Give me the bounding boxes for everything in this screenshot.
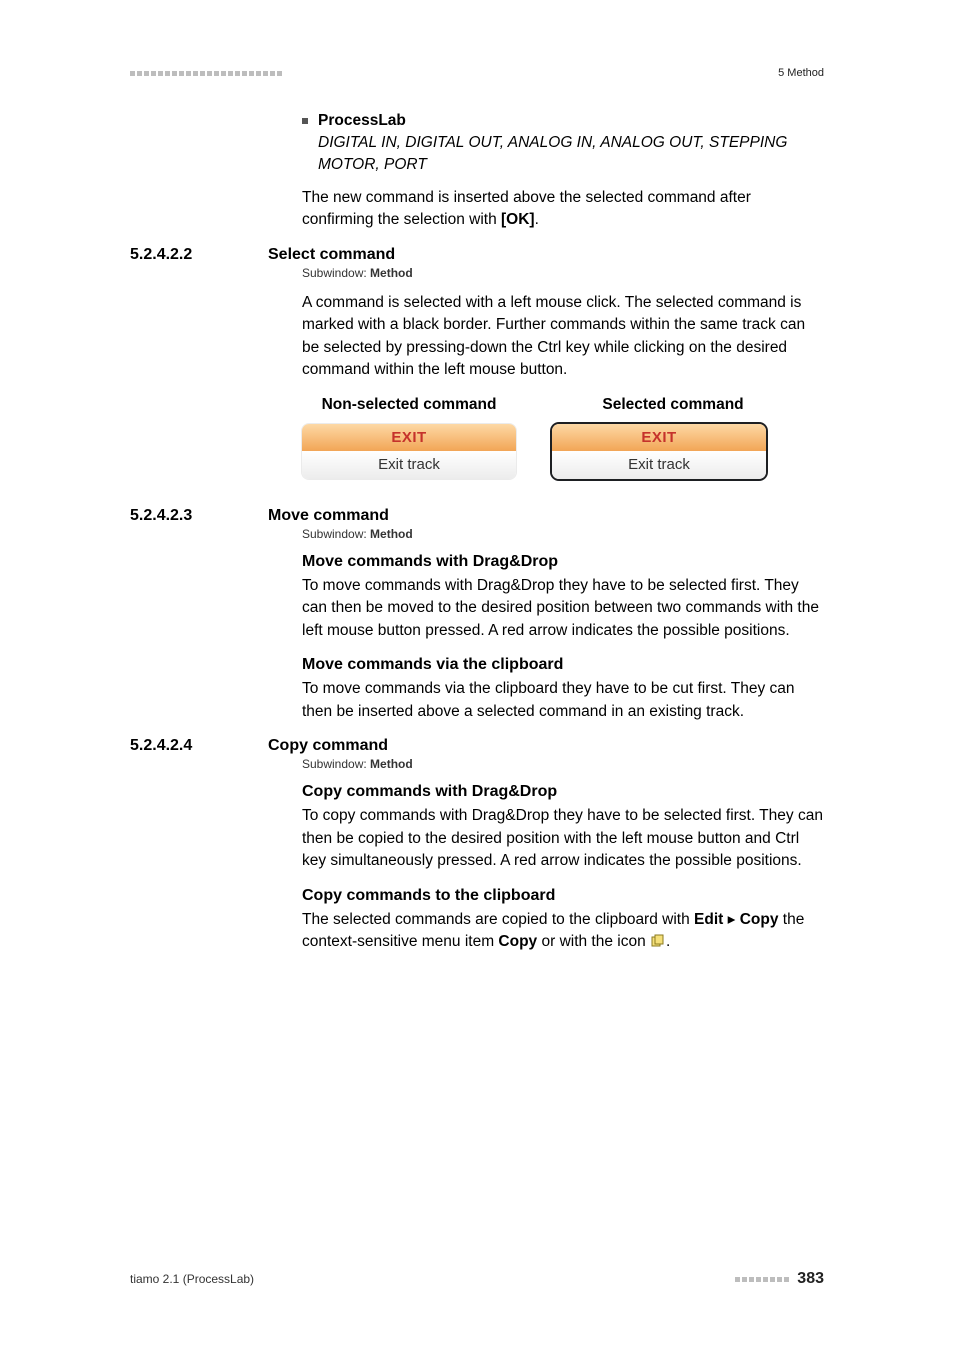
section-title: Select command bbox=[268, 246, 395, 264]
paragraph: To move commands with Drag&Drop they hav… bbox=[302, 575, 824, 642]
section-title: Move command bbox=[268, 507, 389, 525]
example-header-row: Non-selected command Selected command bbox=[302, 396, 824, 414]
menu-edit: Edit bbox=[694, 911, 723, 928]
col-nonselected: Non-selected command bbox=[302, 396, 516, 414]
triangle-icon: ▸ bbox=[723, 911, 739, 928]
select-command-paragraph: A command is selected with a left mouse … bbox=[302, 292, 824, 382]
intro-ok: [OK] bbox=[501, 211, 535, 228]
exit-card-sub: Exit track bbox=[552, 451, 766, 479]
exit-card-sub: Exit track bbox=[302, 451, 516, 479]
footer-page-number: 383 bbox=[797, 1270, 824, 1288]
section-title: Copy command bbox=[268, 737, 388, 755]
section-number: 5.2.4.2.4 bbox=[130, 737, 230, 755]
copy-icon bbox=[650, 933, 666, 947]
exit-cards: EXIT Exit track EXIT Exit track bbox=[302, 424, 824, 479]
subwindow-label: Subwindow: Method bbox=[302, 527, 824, 541]
bullet-label: ProcessLab bbox=[318, 112, 406, 130]
subsection-title: Move commands via the clipboard bbox=[302, 656, 824, 674]
header-dashes bbox=[130, 71, 282, 76]
section-heading: 5.2.4.2.2 Select command bbox=[130, 246, 824, 264]
subwindow-label: Subwindow: Method bbox=[302, 757, 824, 771]
section-heading: 5.2.4.2.3 Move command bbox=[130, 507, 824, 525]
menu-copy: Copy bbox=[740, 911, 779, 928]
subwindow-label: Subwindow: Method bbox=[302, 266, 824, 280]
paragraph: To move commands via the clipboard they … bbox=[302, 678, 824, 723]
italic-commands-list: DIGITAL IN, DIGITAL OUT, ANALOG IN, ANAL… bbox=[318, 132, 824, 177]
subsection-title: Copy commands with Drag&Drop bbox=[302, 783, 824, 801]
subsection-title: Copy commands to the clipboard bbox=[302, 887, 824, 905]
section-number: 5.2.4.2.2 bbox=[130, 246, 230, 264]
exit-card-title: EXIT bbox=[552, 424, 766, 451]
bullet-item: ProcessLab bbox=[302, 112, 824, 130]
section-number: 5.2.4.2.3 bbox=[130, 507, 230, 525]
exit-card-selected: EXIT Exit track bbox=[552, 424, 766, 479]
footer-product: tiamo 2.1 (ProcessLab) bbox=[130, 1272, 254, 1286]
header-chapter: 5 Method bbox=[778, 67, 824, 79]
intro-paragraph: The new command is inserted above the se… bbox=[302, 187, 824, 232]
menu-copy: Copy bbox=[498, 933, 537, 950]
page-header: 5 Method bbox=[130, 64, 824, 82]
subsection-title: Move commands with Drag&Drop bbox=[302, 553, 824, 571]
footer-dashes: 383 bbox=[735, 1270, 824, 1288]
col-selected: Selected command bbox=[566, 396, 780, 414]
section-heading: 5.2.4.2.4 Copy command bbox=[130, 737, 824, 755]
paragraph: To copy commands with Drag&Drop they hav… bbox=[302, 805, 824, 872]
bullet-square-icon bbox=[302, 118, 308, 124]
page-footer: tiamo 2.1 (ProcessLab) 383 bbox=[130, 1270, 824, 1288]
paragraph: The selected commands are copied to the … bbox=[302, 909, 824, 954]
exit-card-title: EXIT bbox=[302, 424, 516, 451]
exit-card-nonselected: EXIT Exit track bbox=[302, 424, 516, 479]
